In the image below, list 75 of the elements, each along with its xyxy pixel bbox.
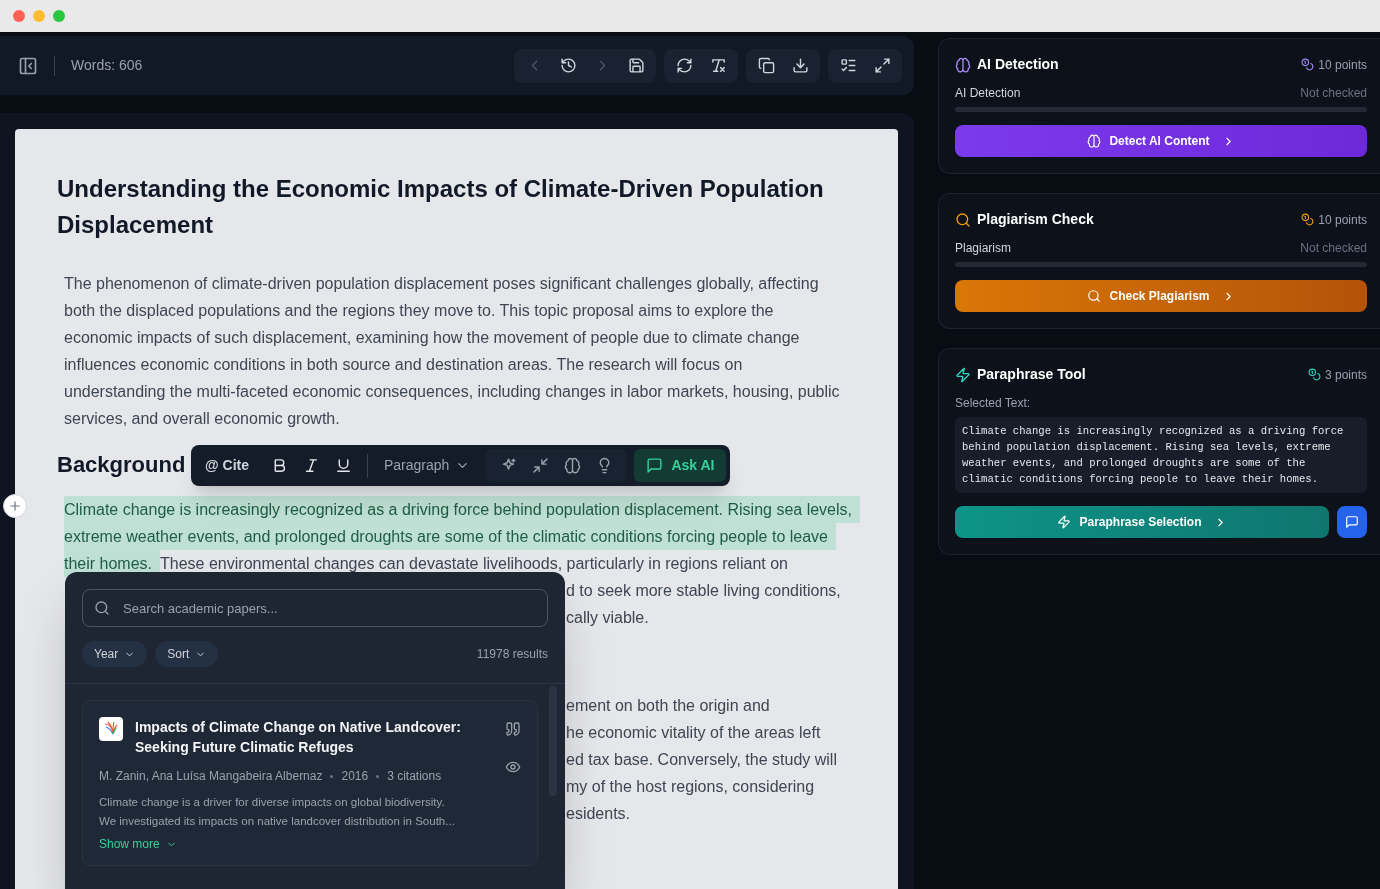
coins-icon <box>1307 368 1321 381</box>
paragraph-text: These environmental changes can devastate livelihoods, particularly in regions reliant on <box>160 554 788 574</box>
checklist-icon <box>839 57 857 74</box>
chat-button[interactable] <box>1337 506 1367 538</box>
search-field[interactable]: Search academic papers... <box>82 589 548 627</box>
card-title: AI Detection <box>977 55 1059 74</box>
cite-paper-button[interactable] <box>505 721 521 737</box>
paper-year: 2016 <box>341 768 369 785</box>
underline-icon <box>334 457 352 474</box>
paragraph-text: ement on both the origin and <box>566 697 770 714</box>
brain-icon <box>563 457 581 474</box>
selected-text: extreme weather events, and prolonged droughts are some of the climatic conditions forcing people to leave <box>64 523 836 550</box>
field-label: AI Detection <box>955 85 1021 102</box>
lightning-icon <box>1057 515 1072 529</box>
selected-text: Climate change is increasingly recognized as a driving force behind population displacement. Rising sea levels, <box>64 496 860 523</box>
filter-dropdown[interactable]: Year <box>82 641 148 667</box>
selected-text-box: Climate change is increasingly recognized as a driving force behind population displacement. Rising sea levels, extreme weather events, and prolonged droughts are some of the climatic conditions forcing people to leave their homes. <box>955 417 1367 493</box>
points-cost: 10 points <box>1318 211 1367 229</box>
paper-abstract: Climate change is a driver for diverse impacts on global biodiversity. We investigated its impacts on native landcover distribution in South... <box>99 795 456 829</box>
shrink-icon <box>531 457 549 474</box>
points-cost: 10 points <box>1318 56 1367 74</box>
paragraph-text: esidents. <box>566 805 631 822</box>
result-count: 11978 results <box>476 646 548 663</box>
coins-icon <box>1301 213 1315 226</box>
paper-title[interactable]: Impacts of Climate Change on Native Landcover: Seeking Future Climatic Refuges <box>135 717 493 757</box>
brain-icon <box>1087 134 1102 148</box>
download-icon <box>791 57 809 74</box>
paragraph: The phenomenon of climate-driven population displacement poses significant challenges globally, affecting both the displaced populations and the regions they move to. This topic proposal aims to explore the economic impacts of such displacement, examining how the movement of people due to climate change influences economic conditions in both source and destination areas. The research will focus on understanding the multi-faceted economic consequences, including changes in labor markets, housing, public services, and overall economic growth. <box>64 274 841 429</box>
search-icon <box>1087 289 1102 303</box>
paragraph-text: d to seek more stable living conditions, <box>566 582 841 599</box>
field-label: Selected Text: <box>955 395 1031 412</box>
paper-card[interactable] <box>82 700 538 866</box>
sidebar-panel-icon <box>18 55 38 76</box>
cite-button[interactable]: @ Cite <box>199 455 255 476</box>
action-button[interactable]: Check Plagiarism <box>955 280 1367 312</box>
paragraph-text: he economic vitality of the areas left <box>566 724 821 741</box>
field-label: Plagiarism <box>955 240 1011 257</box>
check-status: Not checked <box>1300 240 1367 257</box>
paper-logo-icon <box>99 717 123 741</box>
search-icon <box>955 211 971 228</box>
sidebar-toggle-button[interactable] <box>18 55 38 76</box>
clear-format-icon <box>709 57 727 74</box>
paragraph-text: ed tax base. Conversely, the study will <box>566 751 837 768</box>
copy-icon <box>757 57 775 74</box>
refresh-icon <box>675 57 693 74</box>
brain-icon <box>955 56 971 73</box>
action-button[interactable]: Paraphrase Selection <box>955 506 1329 538</box>
action-button[interactable]: Detect AI Content <box>955 125 1367 157</box>
show-more-link[interactable]: Show more <box>99 835 177 853</box>
card-title: Plagiarism Check <box>977 210 1094 229</box>
word-count: Words: 606 <box>71 56 143 75</box>
expand-icon <box>873 57 891 74</box>
plus-icon <box>8 499 22 513</box>
points-cost: 3 points <box>1324 366 1367 384</box>
paragraph-text: my of the host regions, considering <box>566 778 815 795</box>
paragraph-text: cally viable. <box>566 609 649 626</box>
filter-dropdown[interactable]: Sort <box>155 641 219 667</box>
chat-bubble-icon <box>1345 515 1359 529</box>
eye-icon <box>505 759 521 775</box>
paper-authors: M. Zanin, Ana Luísa Mangabeira Albernaz <box>99 768 323 785</box>
lightning-icon <box>955 366 971 383</box>
quote-icon <box>505 721 521 737</box>
save-icon <box>627 57 645 74</box>
paper-citations: 3 citations <box>387 768 442 785</box>
check-status: Not checked <box>1300 85 1367 102</box>
block-style-dropdown[interactable]: Paragraph <box>376 455 479 476</box>
document-title: Understanding the Economic Impacts of Climate-Driven Population Displacement <box>57 174 825 240</box>
chat-bubble-icon <box>646 457 664 474</box>
card-title: Paraphrase Tool <box>977 365 1086 384</box>
ask-ai-button[interactable]: Ask AI <box>634 449 727 482</box>
section-heading: Background <box>57 451 186 479</box>
coins-icon <box>1301 58 1315 71</box>
search-icon <box>94 600 110 616</box>
preview-button[interactable] <box>505 759 521 775</box>
history-icon <box>559 57 577 74</box>
